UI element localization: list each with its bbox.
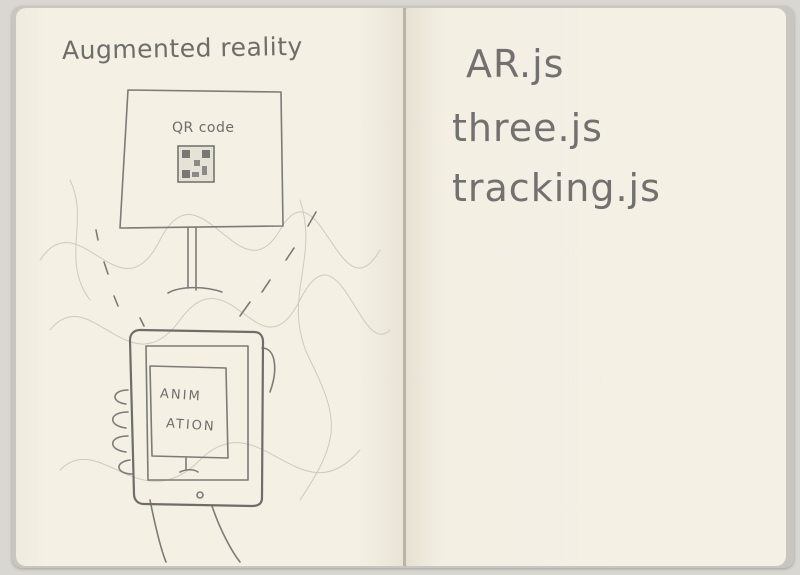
finger-3 bbox=[111, 435, 129, 453]
phone-home-button bbox=[196, 491, 204, 499]
library-trackingjs: tracking.js bbox=[452, 166, 661, 210]
animation-screen bbox=[149, 365, 229, 459]
hand-drawing bbox=[111, 347, 276, 563]
wrist-right bbox=[211, 505, 241, 563]
library-arjs: AR.js bbox=[466, 42, 565, 86]
finger-2 bbox=[111, 411, 129, 429]
finger-1 bbox=[114, 389, 129, 405]
library-threejs: three.js bbox=[452, 106, 603, 150]
qr-code-label: QR code bbox=[172, 120, 235, 136]
notebook-spread: Augmented reality QR code ANIM ATION AR.… bbox=[0, 0, 800, 575]
finger-4 bbox=[118, 459, 133, 475]
sketch-drawing bbox=[39, 89, 391, 563]
background-scribbles bbox=[39, 179, 391, 501]
page-title: Augmented reality bbox=[61, 31, 304, 65]
qr-code-graphic bbox=[177, 145, 215, 183]
animation-label-line1: ANIM bbox=[159, 386, 203, 405]
wrist-left bbox=[149, 499, 167, 563]
monitor-base bbox=[167, 286, 223, 294]
monitor-stand bbox=[187, 227, 197, 291]
